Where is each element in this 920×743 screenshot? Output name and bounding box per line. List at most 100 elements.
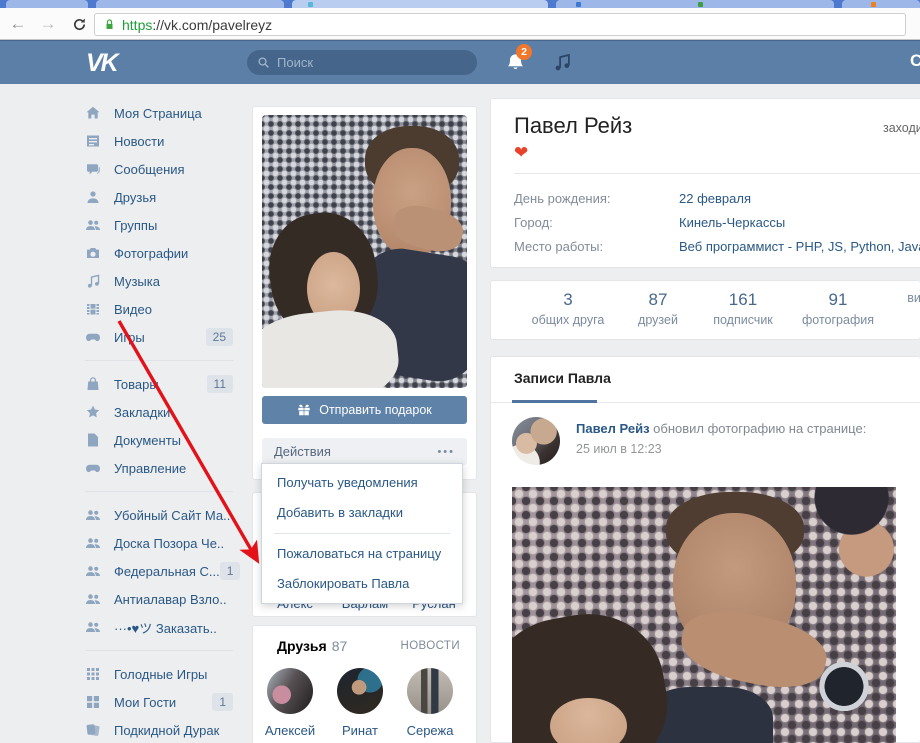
post-photo[interactable] bbox=[512, 487, 896, 743]
forward-icon[interactable]: → bbox=[36, 12, 60, 36]
documents-icon bbox=[85, 432, 101, 448]
games-count-badge: 25 bbox=[206, 328, 233, 346]
heart-emoji: ❤ bbox=[514, 143, 528, 163]
sidebar-item-bookmarks[interactable]: Закладки bbox=[85, 398, 233, 426]
browser-tab-active[interactable] bbox=[292, 0, 548, 8]
sidebar-item-my-page[interactable]: Моя Страница bbox=[85, 99, 233, 127]
counter-videos[interactable]: ви bbox=[907, 289, 920, 307]
app-count-badge: 1 bbox=[212, 693, 233, 711]
search-input[interactable] bbox=[277, 55, 457, 70]
friend-avatar[interactable] bbox=[267, 668, 313, 714]
url-text: https://vk.com/pavelreyz bbox=[122, 17, 272, 33]
friends-count: 87 bbox=[332, 638, 348, 654]
active-tab-underline bbox=[512, 400, 597, 403]
menu-item-block-user[interactable]: Заблокировать Павла bbox=[262, 569, 462, 599]
tab-favicon bbox=[308, 2, 313, 7]
sidebar-item-games[interactable]: Игры25 bbox=[85, 323, 233, 351]
sidebar-item-manage[interactable]: Управление bbox=[85, 454, 233, 482]
friend-avatar[interactable] bbox=[337, 668, 383, 714]
post-author-link[interactable]: Павел Рейз bbox=[576, 421, 650, 436]
post-header-text: Павел Рейз обновил фотографию на страниц… bbox=[576, 421, 866, 436]
work-link[interactable]: Веб программист - PHP, JS, Python, Java, bbox=[679, 239, 920, 254]
friends-icon bbox=[85, 189, 101, 205]
sidebar-item-friends[interactable]: Друзья bbox=[85, 183, 233, 211]
friend-name-link[interactable]: Сережа bbox=[407, 723, 454, 738]
vk-logo[interactable]: VK bbox=[86, 49, 117, 78]
actions-dropdown-toggle[interactable]: Действия ••• bbox=[262, 438, 467, 465]
notification-count-badge: 2 bbox=[516, 44, 532, 60]
friend-name-link[interactable]: Алексей bbox=[265, 723, 315, 738]
sidebar-item-news[interactable]: Новости bbox=[85, 127, 233, 155]
browser-tab[interactable] bbox=[842, 0, 920, 8]
menu-item-report-page[interactable]: Пожаловаться на страницу bbox=[262, 539, 462, 569]
sidebar-group-link[interactable]: ···•♥ツ Заказать.. bbox=[85, 613, 233, 641]
actions-dropdown-menu: Получать уведомления Добавить в закладки… bbox=[261, 463, 463, 604]
friend-name-link[interactable]: Ринат bbox=[342, 723, 378, 738]
sidebar-item-photos[interactable]: Фотографии bbox=[85, 239, 233, 267]
market-icon bbox=[85, 376, 101, 392]
menu-item-add-bookmark[interactable]: Добавить в закладки bbox=[262, 498, 462, 528]
music-note-icon[interactable] bbox=[552, 52, 572, 72]
friends-card: Друзья87 новости Алексей Ринат Сережа bbox=[252, 625, 477, 743]
profile-photo-card: Отправить подарок Действия ••• bbox=[252, 106, 477, 480]
sidebar-item-messages[interactable]: Сообщения bbox=[85, 155, 233, 183]
app-cards-icon bbox=[85, 722, 101, 738]
counter-mutual-friends[interactable]: 3общих друга bbox=[532, 289, 605, 329]
url-scheme: https bbox=[122, 17, 152, 33]
sidebar-divider bbox=[85, 491, 233, 492]
post-author-avatar[interactable] bbox=[512, 417, 560, 465]
friends-title[interactable]: Друзья87 bbox=[277, 638, 347, 654]
sidebar-item-documents[interactable]: Документы bbox=[85, 426, 233, 454]
home-icon bbox=[85, 105, 101, 121]
photo-shape bbox=[819, 662, 869, 711]
profile-photo[interactable] bbox=[262, 115, 467, 388]
browser-tab[interactable] bbox=[6, 0, 88, 8]
url-path: ://vk.com/pavelreyz bbox=[152, 17, 272, 33]
browser-tab[interactable] bbox=[556, 0, 834, 8]
profile-name: Павел Рейз bbox=[514, 113, 632, 139]
tab-favicon bbox=[871, 2, 876, 7]
send-gift-button[interactable]: Отправить подарок bbox=[262, 396, 467, 424]
profile-info-card: Павел Рейз ❤ заходи День рождения:22 фев… bbox=[490, 98, 920, 268]
video-icon bbox=[85, 301, 101, 317]
browser-tab-strip bbox=[0, 0, 920, 8]
lock-icon bbox=[103, 18, 116, 31]
photo-shape bbox=[676, 601, 833, 697]
counter-friends[interactable]: 87друзей bbox=[638, 289, 678, 329]
tab-favicon bbox=[698, 2, 703, 7]
sidebar-app-link[interactable]: Голодные Игры bbox=[85, 660, 233, 688]
messages-icon bbox=[85, 161, 101, 177]
tab-wall-posts[interactable]: Записи Павла bbox=[514, 370, 611, 386]
browser-tab[interactable] bbox=[96, 0, 284, 8]
friend-avatar[interactable] bbox=[407, 668, 453, 714]
search-box[interactable] bbox=[247, 50, 477, 75]
sidebar-item-market[interactable]: Товары11 bbox=[85, 370, 233, 398]
sidebar-group-link[interactable]: Антиалавар Взло.. bbox=[85, 585, 233, 613]
reload-icon[interactable] bbox=[72, 17, 87, 32]
counter-followers[interactable]: 161подписчик bbox=[713, 289, 773, 329]
sidebar-item-video[interactable]: Видео bbox=[85, 295, 233, 323]
menu-item-get-notifications[interactable]: Получать уведомления bbox=[262, 468, 462, 498]
header-partial-glyph: C bbox=[910, 51, 920, 71]
sidebar-divider bbox=[85, 360, 233, 361]
address-bar[interactable]: https://vk.com/pavelreyz bbox=[94, 13, 906, 36]
group-count-badge: 1 bbox=[220, 562, 241, 580]
friends-news-link[interactable]: новости bbox=[401, 640, 461, 652]
city-link[interactable]: Кинель-Черкассы bbox=[679, 215, 785, 230]
sidebar-group-link[interactable]: Федеральная С...1 bbox=[85, 557, 233, 585]
sidebar-group-link[interactable]: Убойный Сайт Ма.. bbox=[85, 501, 233, 529]
sidebar-divider bbox=[85, 650, 233, 651]
post-date-link[interactable]: 25 июл в 12:23 bbox=[576, 442, 662, 456]
sidebar-app-link[interactable]: Мои Гости1 bbox=[85, 688, 233, 716]
back-icon[interactable]: ← bbox=[6, 12, 30, 36]
search-icon bbox=[257, 56, 270, 69]
sidebar-group-link[interactable]: Доска Позора Че.. bbox=[85, 529, 233, 557]
birthday-link[interactable]: 22 февраля bbox=[679, 191, 751, 206]
sidebar-item-music[interactable]: Музыка bbox=[85, 267, 233, 295]
counter-photos[interactable]: 91фотография bbox=[802, 289, 874, 329]
profile-counters-card: 3общих друга 87друзей 161подписчик 91фот… bbox=[490, 280, 920, 340]
detail-row: День рождения:22 февраля bbox=[514, 191, 611, 206]
photo-shape bbox=[812, 487, 896, 580]
sidebar-item-groups[interactable]: Группы bbox=[85, 211, 233, 239]
sidebar-app-link[interactable]: Подкидной Дурак bbox=[85, 716, 233, 743]
